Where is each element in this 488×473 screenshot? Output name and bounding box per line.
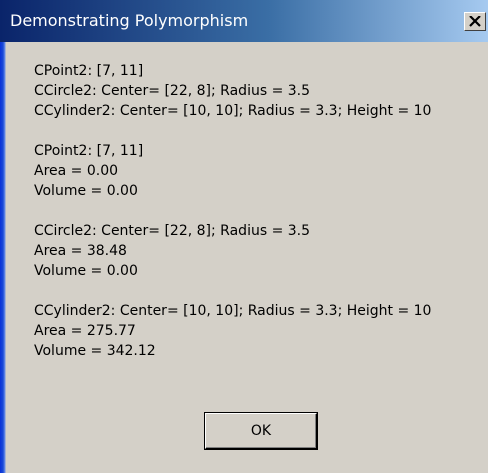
message-line: Volume = 0.00: [34, 263, 138, 279]
window-left-edge: [0, 0, 6, 473]
ok-button[interactable]: OK: [205, 413, 317, 449]
close-icon: [469, 16, 481, 27]
message-line: Area = 275.77: [34, 323, 136, 339]
message-line: CCylinder2: Center= [10, 10]; Radius = 3…: [34, 103, 432, 119]
message-line: Volume = 342.12: [34, 343, 156, 359]
message-line: CCylinder2: Center= [10, 10]; Radius = 3…: [34, 303, 432, 319]
message-line: CPoint2: [7, 11]: [34, 63, 144, 79]
message-line: CCircle2: Center= [22, 8]; Radius = 3.5: [34, 223, 311, 239]
message-line: CCircle2: Center= [22, 8]; Radius = 3.5: [34, 83, 311, 99]
message-line: CPoint2: [7, 11]: [34, 143, 144, 159]
close-button[interactable]: [464, 12, 486, 31]
message-dialog: Demonstrating Polymorphism CPoint2: [7, …: [0, 0, 488, 473]
message-line: Volume = 0.00: [34, 183, 138, 199]
title-bar[interactable]: Demonstrating Polymorphism: [0, 0, 488, 42]
message-line: Area = 0.00: [34, 163, 119, 179]
window-title: Demonstrating Polymorphism: [10, 11, 249, 30]
message-text: CPoint2: [7, 11] CCircle2: Center= [22, …: [34, 61, 431, 361]
message-line: Area = 38.48: [34, 243, 127, 259]
